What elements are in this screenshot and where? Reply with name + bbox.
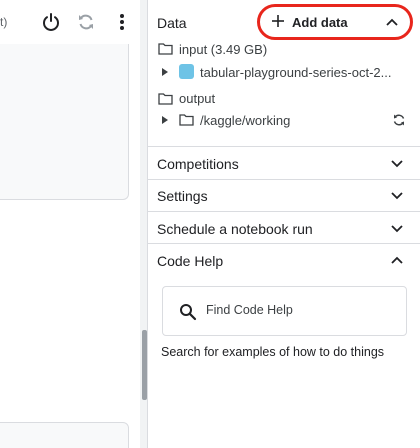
more-vert-icon[interactable] <box>110 10 134 34</box>
chevron-down-icon <box>391 225 403 233</box>
search-icon <box>180 304 197 321</box>
chevron-down-icon <box>391 192 403 200</box>
plus-icon <box>272 15 284 27</box>
refresh-icon[interactable] <box>74 10 98 34</box>
folder-icon <box>179 114 194 126</box>
data-section-title: Data <box>157 15 187 31</box>
chevron-up-icon <box>391 256 403 264</box>
dataset-icon <box>179 64 194 79</box>
code-help-description: Search for examples of how to do things <box>161 345 385 359</box>
chevron-down-icon <box>391 160 403 168</box>
notebook-cell[interactable] <box>0 422 129 448</box>
toolbar-label: t) <box>0 15 8 29</box>
input-folder-label[interactable]: input (3.49 GB) <box>179 42 267 57</box>
notebook-editor-panel: t) <box>0 0 147 448</box>
notebook-toolbar: t) <box>0 0 147 44</box>
add-data-button[interactable]: Add data <box>257 4 413 40</box>
schedule-title: Schedule a notebook run <box>157 221 313 237</box>
output-folder-label[interactable]: output <box>179 91 215 106</box>
code-help-title: Code Help <box>157 253 224 269</box>
caret-right-icon[interactable] <box>162 68 168 76</box>
working-path-label[interactable]: /kaggle/working <box>200 113 290 128</box>
find-code-help-input[interactable]: Find Code Help <box>162 286 407 336</box>
schedule-section-header[interactable]: Schedule a notebook run <box>148 212 420 244</box>
power-icon[interactable] <box>39 10 63 34</box>
code-help-section-header[interactable]: Code Help <box>148 244 420 276</box>
folder-icon <box>158 93 173 105</box>
add-data-label: Add data <box>292 15 348 30</box>
find-code-help-placeholder: Find Code Help <box>206 303 293 317</box>
competitions-section-header[interactable]: Competitions <box>148 147 420 179</box>
dataset-name[interactable]: tabular-playground-series-oct-2... <box>200 65 391 80</box>
competitions-title: Competitions <box>157 156 239 172</box>
sync-icon[interactable] <box>392 113 406 127</box>
caret-right-icon[interactable] <box>162 116 168 124</box>
settings-section-header[interactable]: Settings <box>148 180 420 212</box>
chevron-up-icon <box>386 18 398 26</box>
side-panel: Data Add data input (3.49 GB) tabular-pl… <box>148 0 420 448</box>
folder-icon <box>158 43 173 55</box>
settings-title: Settings <box>157 188 208 204</box>
notebook-cell[interactable] <box>0 44 129 200</box>
